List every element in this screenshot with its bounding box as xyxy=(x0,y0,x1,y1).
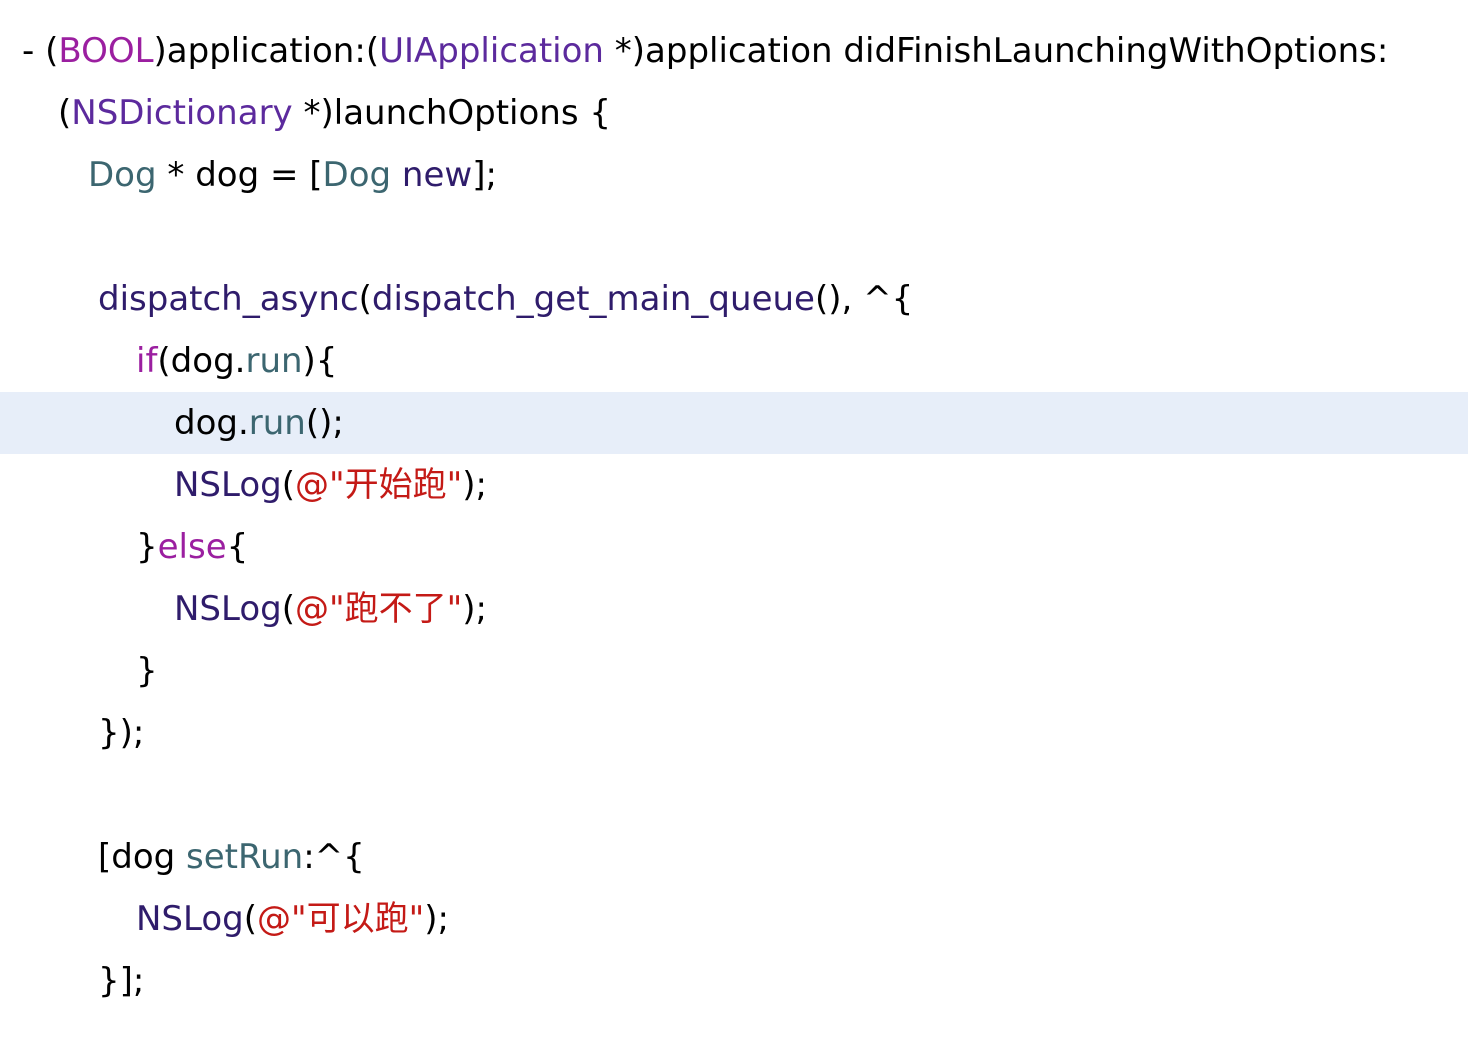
code-token-method: setRun xyxy=(186,837,304,877)
code-token-string: @"可以跑" xyxy=(257,899,425,939)
code-token-func: NSLog xyxy=(174,589,282,629)
code-line[interactable]: NSLog(@"可以跑"); xyxy=(0,888,1468,950)
code-token-plain: ){ xyxy=(302,341,338,381)
code-line[interactable]: }); xyxy=(0,702,1468,764)
code-token-plain: ( xyxy=(281,465,296,505)
code-token-plain: [dog xyxy=(98,837,187,877)
code-token-plain: ( xyxy=(281,589,296,629)
code-token-class: Dog xyxy=(322,155,392,195)
code-token-plain: }); xyxy=(98,713,145,753)
code-token-func: new xyxy=(401,155,473,195)
code-line[interactable]: NSLog(@"开始跑"); xyxy=(0,454,1468,516)
code-token-plain: (dog. xyxy=(157,341,246,381)
code-line[interactable]: - (BOOL)application:(UIApplication *)app… xyxy=(0,20,1468,82)
code-token-sys: NSDictionary xyxy=(71,93,293,133)
code-line[interactable] xyxy=(0,764,1468,826)
code-token-plain: ( xyxy=(243,899,258,939)
code-token-plain: * dog = [ xyxy=(156,155,323,195)
code-token-plain: - ( xyxy=(22,31,59,71)
code-line[interactable]: }else{ xyxy=(0,516,1468,578)
code-token-plain: ]; xyxy=(472,155,497,195)
code-token-func: NSLog xyxy=(136,899,244,939)
code-editor[interactable]: - (BOOL)application:(UIApplication *)app… xyxy=(0,0,1468,1058)
code-line[interactable]: NSLog(@"跑不了"); xyxy=(0,578,1468,640)
code-token-sys: UIApplication xyxy=(379,31,604,71)
code-token-class: Dog xyxy=(88,155,157,195)
code-token-func: NSLog xyxy=(174,465,282,505)
code-token-plain: )application:( xyxy=(153,31,380,71)
code-token-plain: }]; xyxy=(98,961,145,1001)
code-token-plain: (); xyxy=(305,403,344,443)
code-line-current[interactable]: dog.run(); xyxy=(0,392,1468,454)
code-token-string: @"开始跑" xyxy=(295,465,463,505)
code-token-prop: run xyxy=(248,403,306,443)
code-token-plain: ); xyxy=(462,465,488,505)
code-token-func: dispatch_get_main_queue xyxy=(371,279,815,319)
code-line[interactable]: if(dog.run){ xyxy=(0,330,1468,392)
code-token-plain: } xyxy=(136,527,158,567)
code-line[interactable]: [dog setRun:^{ xyxy=(0,826,1468,888)
code-line[interactable]: } xyxy=(0,640,1468,702)
code-token-plain: } xyxy=(136,651,158,691)
code-token-plain: dog. xyxy=(174,403,249,443)
code-token-prop: run xyxy=(245,341,303,381)
code-token-plain: (), ^{ xyxy=(814,279,914,319)
code-token-kw: if xyxy=(136,341,158,381)
code-token-plain: ( xyxy=(58,93,72,133)
code-token-plain: *)launchOptions { xyxy=(292,93,611,133)
code-token-func: dispatch_async xyxy=(98,279,359,319)
code-token-kw: BOOL xyxy=(58,31,154,71)
code-token-plain: :^{ xyxy=(303,837,365,877)
code-token-plain: *)application didFinishLaunchingWithOpti… xyxy=(603,31,1389,71)
code-line[interactable]: dispatch_async(dispatch_get_main_queue()… xyxy=(0,268,1468,330)
code-token-plain: { xyxy=(226,527,249,567)
code-token-kw: else xyxy=(157,527,227,567)
code-token-plain: ); xyxy=(462,589,488,629)
code-line[interactable]: Dog * dog = [Dog new]; xyxy=(0,144,1468,206)
code-line[interactable] xyxy=(0,206,1468,268)
code-token-plain: ); xyxy=(424,899,450,939)
code-line[interactable]: }]; xyxy=(0,950,1468,1012)
code-token-string: @"跑不了" xyxy=(295,589,463,629)
code-line[interactable]: (NSDictionary *)launchOptions { xyxy=(0,82,1468,144)
code-token-plain: ( xyxy=(358,279,372,319)
